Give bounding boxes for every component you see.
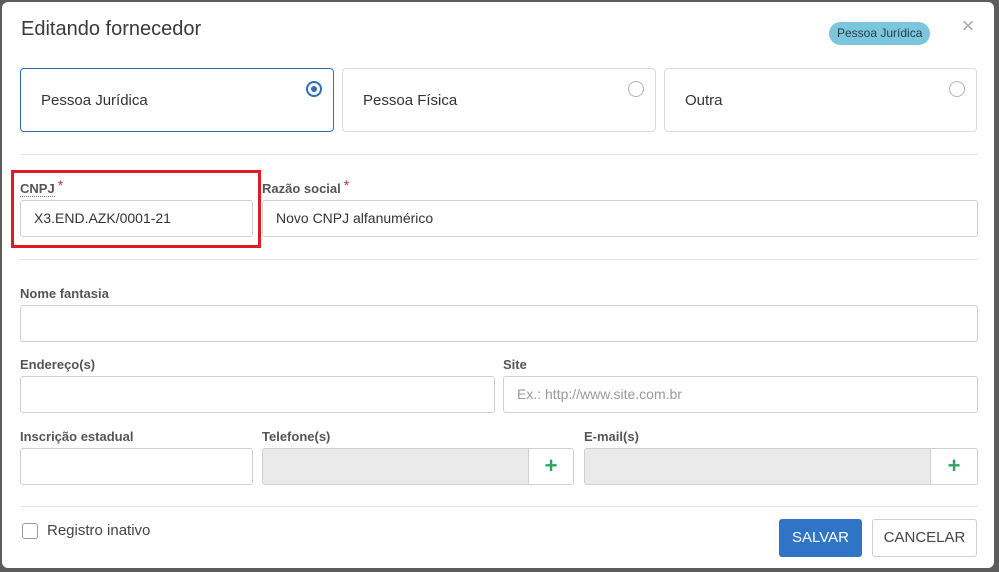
dialog-title: Editando fornecedor [21,18,202,40]
enderecos-input[interactable] [20,376,495,413]
plus-icon: + [947,453,961,478]
inscricao-estadual-label: Inscrição estadual [20,429,134,444]
required-mark: * [343,177,350,193]
type-option-label: Pessoa Física [363,92,458,109]
telefones-label: Telefone(s) [262,429,331,444]
divider [20,154,978,155]
razao-social-input[interactable]: Novo CNPJ alfanumérico [262,200,978,237]
type-option-outra[interactable]: Outra [664,68,977,132]
type-option-pessoa-juridica[interactable]: Pessoa Jurídica [20,68,334,132]
enderecos-label: Endereço(s) [20,357,96,372]
site-input[interactable]: Ex.: http://www.site.com.br [503,376,978,413]
radio-unselected-icon[interactable] [949,81,965,97]
divider [20,259,978,260]
type-option-label: Outra [685,92,723,109]
inactive-checkbox[interactable] [22,523,38,539]
person-type-badge: Pessoa Jurídica [829,22,931,45]
nome-fantasia-label: Nome fantasia [20,286,109,301]
add-phone-button[interactable]: + [528,448,574,485]
plus-icon: + [544,453,558,478]
edit-supplier-dialog: Editando fornecedor Pessoa Jurídica × Pe… [2,2,994,568]
emails-input [584,448,931,485]
emails-label: E-mail(s) [584,429,639,444]
telefones-input [262,448,529,485]
cnpj-highlight-box [11,170,261,248]
razao-social-label: Razão social * [262,177,350,196]
close-icon[interactable]: × [958,15,978,37]
site-placeholder: Ex.: http://www.site.com.br [517,386,682,402]
inscricao-estadual-input[interactable] [20,448,253,485]
divider [20,506,978,507]
save-button[interactable]: SALVAR [779,519,862,557]
razao-social-label-text: Razão social [262,181,341,196]
inactive-label: Registro inativo [47,522,151,539]
type-option-label: Pessoa Jurídica [41,92,148,109]
cancel-button[interactable]: CANCELAR [872,519,977,557]
radio-unselected-icon[interactable] [628,81,644,97]
add-email-button[interactable]: + [930,448,978,485]
radio-selected-icon[interactable] [306,81,322,97]
nome-fantasia-input[interactable] [20,305,978,342]
type-option-pessoa-fisica[interactable]: Pessoa Física [342,68,656,132]
site-label: Site [503,357,527,372]
